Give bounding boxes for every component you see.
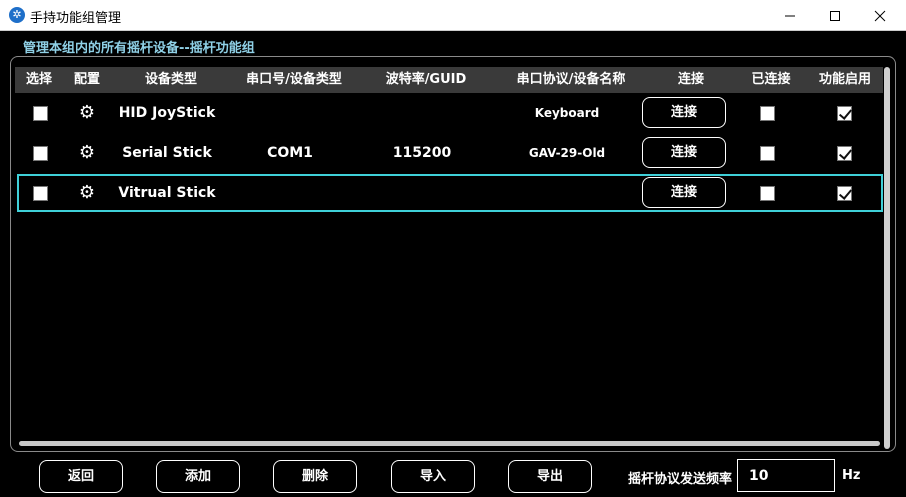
- table-row: ⚙ HID JoyStick Keyboard 连接: [17, 94, 883, 132]
- enabled-checkbox[interactable]: [837, 146, 852, 161]
- col-header-protocol: 串口协议/设备名称: [516, 72, 626, 87]
- connected-checkbox[interactable]: [760, 106, 775, 121]
- maximize-icon: [830, 10, 840, 21]
- close-icon: [874, 10, 886, 21]
- col-header-port: 串口号/设备类型: [246, 72, 342, 87]
- port: COM1: [267, 145, 313, 161]
- protocol: Keyboard: [534, 106, 600, 120]
- enabled-checkbox[interactable]: [837, 186, 852, 201]
- col-header-enabled: 功能启用: [818, 72, 871, 87]
- baud-rate: [353, 94, 491, 132]
- frequency-label: 摇杆协议发送频率: [628, 472, 733, 487]
- baud-rate: 115200: [392, 145, 452, 161]
- table-header: 选择 配置 设备类型 串口号/设备类型 波特率/GUID 串口协议/设备名称 连…: [15, 67, 883, 93]
- vertical-scrollbar[interactable]: [884, 67, 890, 449]
- connected-checkbox[interactable]: [760, 186, 775, 201]
- baud-rate: [353, 174, 491, 212]
- import-button[interactable]: 导入: [391, 460, 475, 493]
- back-button[interactable]: 返回: [39, 460, 123, 493]
- horizontal-scrollbar[interactable]: [19, 441, 880, 446]
- app-logo-icon: ✲: [9, 7, 25, 23]
- minimize-button[interactable]: [767, 0, 813, 31]
- frequency-unit: Hz: [842, 468, 861, 483]
- gear-icon[interactable]: ⚙: [78, 184, 96, 202]
- device-type: Serial Stick: [122, 145, 212, 161]
- window-title: 手持功能组管理: [30, 11, 122, 26]
- gear-icon[interactable]: ⚙: [78, 104, 96, 122]
- connected-checkbox[interactable]: [760, 146, 775, 161]
- select-checkbox[interactable]: [33, 146, 48, 161]
- col-header-connected: 已连接: [751, 72, 791, 87]
- select-checkbox[interactable]: [33, 106, 48, 121]
- export-button[interactable]: 导出: [508, 460, 592, 493]
- gear-icon[interactable]: ⚙: [78, 144, 96, 162]
- device-type: Vitrual Stick: [118, 185, 216, 201]
- col-header-connect: 连接: [677, 72, 704, 87]
- connect-button[interactable]: 连接: [642, 177, 726, 208]
- col-header-select: 选择: [25, 72, 52, 87]
- protocol: [491, 174, 643, 212]
- enabled-checkbox[interactable]: [837, 106, 852, 121]
- col-header-device-type: 设备类型: [144, 72, 197, 87]
- table-row: ⚙ Serial Stick COM1 115200 GAV-29-Old 连接: [17, 134, 883, 172]
- title-bar: ✲ 手持功能组管理: [0, 0, 906, 31]
- col-header-baud: 波特率/GUID: [385, 72, 467, 87]
- close-button[interactable]: [857, 0, 903, 31]
- delete-button[interactable]: 删除: [273, 460, 357, 493]
- connect-button[interactable]: 连接: [642, 137, 726, 168]
- select-checkbox[interactable]: [33, 186, 48, 201]
- col-header-config: 配置: [73, 72, 100, 87]
- add-button[interactable]: 添加: [156, 460, 240, 493]
- maximize-button[interactable]: [812, 0, 858, 31]
- port: [227, 94, 353, 132]
- table-row[interactable]: ⚙ Vitrual Stick 连接: [17, 174, 883, 212]
- connect-button[interactable]: 连接: [642, 97, 726, 128]
- device-table: 选择 配置 设备类型 串口号/设备类型 波特率/GUID 串口协议/设备名称 连…: [10, 56, 896, 452]
- frequency-input[interactable]: [737, 459, 835, 492]
- group-heading: 管理本组内的所有摇杆设备--摇杆功能组: [23, 41, 255, 56]
- protocol: GAV-29-Old: [528, 146, 606, 160]
- device-type: HID JoyStick: [118, 105, 216, 121]
- port: [227, 174, 353, 212]
- minimize-icon: [785, 15, 795, 16]
